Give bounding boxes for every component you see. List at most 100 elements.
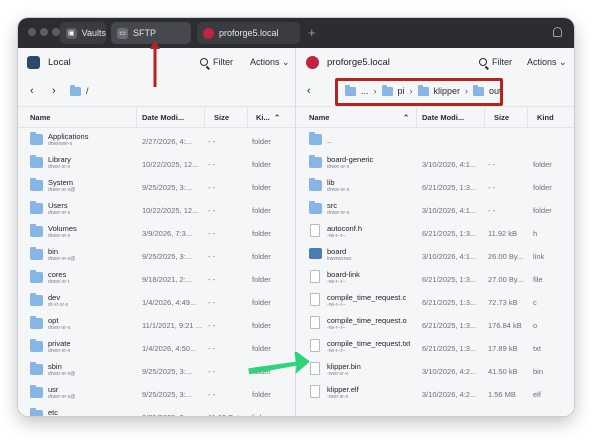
file-row[interactable]: klipper.elf -rwxr-xr-x 3/10/2026, 4:2... 1.… bbox=[297, 382, 574, 405]
local-actions-label: Actions bbox=[250, 57, 280, 67]
file-name: compile_time_request.o bbox=[327, 316, 407, 325]
file-permissions: drwxrwxr-x bbox=[48, 141, 73, 147]
column-size[interactable]: Size bbox=[494, 113, 509, 122]
search-icon bbox=[479, 58, 487, 66]
file-row[interactable]: lib drwxr-xr-x 6/21/2025, 1:3... - - folder bbox=[297, 175, 574, 198]
file-size: - - bbox=[208, 229, 216, 238]
column-size[interactable]: Size bbox=[214, 113, 229, 122]
file-kind: bin bbox=[533, 367, 544, 376]
file-permissions: drwxr-xr-x bbox=[48, 325, 71, 331]
file-kind: folder bbox=[533, 160, 552, 169]
file-kind: file bbox=[533, 275, 543, 284]
file-row[interactable]: bin drwxr-xr-x@ 9/25/2025, 3:... - - folder bbox=[18, 244, 295, 267]
file-row[interactable]: cores drwxr-xr-t 9/18/2021, 2:... - - folder bbox=[18, 267, 295, 290]
file-permissions: drwxr-xr-x@ bbox=[48, 394, 76, 400]
remote-actions-button[interactable]: Actions ⌄ bbox=[527, 57, 567, 68]
file-row[interactable]: compile_time_request.txt -rw-r--r-- 6/21/2… bbox=[297, 336, 574, 359]
file-row[interactable]: src drwxr-xr-x 3/10/2026, 4:1... - - folder bbox=[297, 198, 574, 221]
raspberry-pi-icon bbox=[203, 27, 214, 39]
file-date-modified: 3/10/2026, 4:2... bbox=[422, 367, 477, 376]
file-row[interactable]: System drwxr-xr-x@ 9/25/2025, 3:... - - fold… bbox=[18, 175, 295, 198]
file-name: Volumes bbox=[48, 224, 77, 233]
bell-icon[interactable] bbox=[553, 27, 562, 37]
file-row[interactable]: usr drwxr-xr-x@ 9/25/2025, 3:... - - folder bbox=[18, 382, 295, 405]
file-permissions: drwxr-xr-x@ bbox=[48, 256, 76, 262]
folder-icon bbox=[30, 247, 43, 260]
file-row[interactable]: Library drwxr-xr-x 10/22/2025, 12... - - fol… bbox=[18, 152, 295, 175]
column-name[interactable]: Name bbox=[309, 113, 329, 122]
tab-vaults[interactable]: ▣ Vaults bbox=[60, 22, 106, 44]
file-kind: folder bbox=[533, 183, 552, 192]
file-permissions: -rw-r--r-- bbox=[327, 348, 346, 354]
back-icon[interactable]: ‹ bbox=[307, 85, 311, 97]
file-kind: link bbox=[252, 413, 263, 416]
file-permissions: drwxr-xr-x bbox=[48, 233, 71, 239]
file-name: src bbox=[327, 201, 337, 210]
document-icon bbox=[310, 270, 320, 283]
file-date-modified: 11/1/2021, 9:21 ... bbox=[142, 321, 202, 330]
file-row[interactable]: compile_time_request.o -rw-r--r-- 6/21/202… bbox=[297, 313, 574, 336]
remote-pane-header: proforge5.local Filter Actions ⌄ bbox=[297, 48, 574, 78]
file-row[interactable]: opt drwxr-xr-x 11/1/2021, 9:21 ... - - folde… bbox=[18, 313, 295, 336]
folder-icon bbox=[309, 132, 322, 145]
file-name: System bbox=[48, 178, 74, 187]
file-size: - - bbox=[208, 160, 216, 169]
file-size: 17.89 kB bbox=[488, 344, 518, 353]
tab-proforge5-local[interactable]: proforge5.local bbox=[197, 22, 300, 44]
column-kind[interactable]: Ki... bbox=[256, 113, 270, 122]
document-icon bbox=[310, 362, 320, 375]
file-row[interactable]: autoconf.h -rw-r--r-- 6/21/2025, 1:3... 11.… bbox=[297, 221, 574, 244]
folder-icon: ▭ bbox=[117, 27, 128, 39]
file-date-modified: 9/25/2025, 3:... bbox=[142, 367, 193, 376]
file-permissions: -rw-r--r-- bbox=[327, 279, 346, 285]
file-permissions: -rw-r--r-- bbox=[327, 325, 346, 331]
folder-icon bbox=[30, 339, 43, 352]
file-permissions: drwxr-xr-x bbox=[327, 164, 350, 170]
file-row[interactable]: Users drwxr-xr-x 10/22/2025, 12... - - folde… bbox=[18, 198, 295, 221]
sort-ascending-icon: ⌃ bbox=[274, 113, 281, 122]
file-kind: elf bbox=[533, 390, 541, 399]
file-row[interactable]: board lrwxrwxrwx 3/10/2026, 4:1... 26.00 By… bbox=[297, 244, 574, 267]
file-row[interactable]: compile_time_request.c -rw-r--r-- 6/21/202… bbox=[297, 290, 574, 313]
file-size: - - bbox=[208, 206, 216, 215]
file-row[interactable]: etc 9/25/2025, 3:... 11:00 Byt... link bbox=[18, 405, 295, 416]
file-row[interactable]: board-link -rw-r--r-- 6/21/2025, 1:3... 27.… bbox=[297, 267, 574, 290]
back-icon[interactable]: ‹ bbox=[30, 85, 34, 97]
remote-actions-label: Actions bbox=[527, 57, 557, 67]
file-row[interactable]: .. bbox=[297, 129, 574, 152]
file-name: Library bbox=[48, 155, 71, 164]
column-kind[interactable]: Kind bbox=[537, 113, 554, 122]
green-arrow-annotation bbox=[248, 352, 310, 375]
file-row[interactable]: klipper.bin -rwxr-xr-x 3/10/2026, 4:2... 41… bbox=[297, 359, 574, 382]
file-size: - - bbox=[488, 160, 496, 169]
document-icon bbox=[310, 293, 320, 306]
column-date-modified[interactable]: Date Modi... bbox=[142, 113, 184, 122]
file-name: board-link bbox=[327, 270, 360, 279]
forward-icon[interactable]: › bbox=[52, 85, 56, 97]
file-date-modified: 9/25/2025, 3:... bbox=[142, 183, 193, 192]
local-actions-button[interactable]: Actions ⌄ bbox=[250, 57, 290, 68]
file-date-modified: 6/21/2025, 1:3... bbox=[422, 321, 477, 330]
minimize-window-button[interactable] bbox=[40, 28, 48, 36]
file-row[interactable]: Applications drwxrwxr-x 2/27/2026, 4:... - … bbox=[18, 129, 295, 152]
zoom-window-button[interactable] bbox=[52, 28, 60, 36]
file-row[interactable]: board-generic drwxr-xr-x 3/10/2026, 4:1...… bbox=[297, 152, 574, 175]
file-kind: link bbox=[533, 252, 545, 261]
folder-icon bbox=[30, 362, 43, 375]
file-name: lib bbox=[327, 178, 335, 187]
column-name[interactable]: Name bbox=[30, 113, 50, 122]
remote-filter-button[interactable]: Filter bbox=[479, 57, 512, 67]
column-date-modified[interactable]: Date Modi... bbox=[422, 113, 464, 122]
symlink-icon bbox=[309, 248, 322, 259]
file-size: - - bbox=[488, 183, 496, 192]
local-path-root[interactable]: / bbox=[86, 86, 89, 96]
file-kind: o bbox=[533, 321, 538, 330]
document-icon bbox=[310, 316, 320, 329]
local-filter-button[interactable]: Filter bbox=[200, 57, 233, 67]
new-tab-button[interactable]: + bbox=[308, 25, 316, 40]
close-window-button[interactable] bbox=[28, 28, 36, 36]
file-row[interactable]: Volumes drwxr-xr-x 3/9/2026, 7:3... - - fold… bbox=[18, 221, 295, 244]
file-row[interactable]: dev dr-xr-xr-x 1/4/2026, 4:49... - - folder bbox=[18, 290, 295, 313]
file-date-modified: 6/21/2025, 1:3... bbox=[422, 275, 477, 284]
file-size: - - bbox=[208, 137, 216, 146]
